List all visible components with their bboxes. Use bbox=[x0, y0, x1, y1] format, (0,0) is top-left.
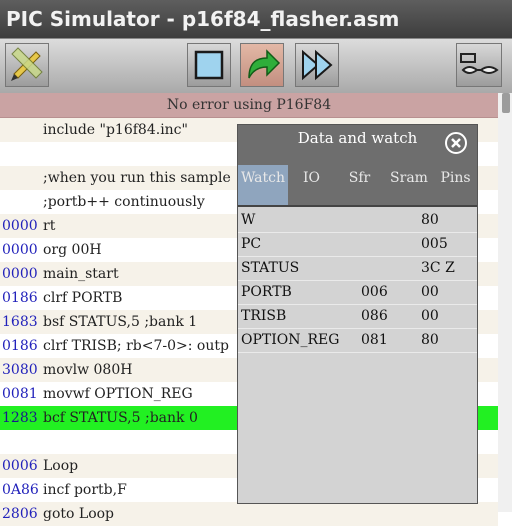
watch-name: TRISB bbox=[241, 308, 287, 324]
watch-value: 00 bbox=[421, 284, 439, 300]
code-text: ;portb++ continuously bbox=[43, 194, 205, 210]
watch-value: 3C Z bbox=[421, 260, 455, 276]
code-address: 0000 bbox=[2, 218, 38, 234]
watch-name: OPTION_REG bbox=[241, 332, 340, 348]
watch-name: STATUS bbox=[241, 260, 300, 276]
watch-row[interactable]: PC 005 bbox=[238, 232, 477, 257]
code-text: clrf TRISB; rb<7-0>: outp bbox=[43, 338, 229, 354]
panel-header: Data and watch bbox=[238, 125, 477, 165]
watch-row[interactable]: PORTB 006 00 bbox=[238, 280, 477, 305]
watch-value: 005 bbox=[421, 236, 448, 252]
code-text: movlw 080H bbox=[43, 362, 133, 378]
code-text: bsf STATUS,5 ;bank 1 bbox=[43, 314, 198, 330]
code-text: main_start bbox=[43, 266, 119, 282]
panel-tabs: Watch IO Sfr Sram Pins bbox=[238, 165, 477, 205]
edit-button[interactable] bbox=[5, 43, 49, 87]
close-icon[interactable] bbox=[444, 131, 468, 155]
tab-sram[interactable]: Sram bbox=[384, 165, 434, 205]
code-text: movwf OPTION_REG bbox=[43, 386, 193, 402]
code-text: org 00H bbox=[43, 242, 102, 258]
scrollbar-thumb[interactable] bbox=[502, 93, 510, 113]
app-title: PIC Simulator - p16f84_flasher.asm bbox=[6, 7, 400, 31]
code-text: clrf PORTB bbox=[43, 290, 123, 306]
stop-button[interactable] bbox=[187, 43, 231, 87]
watch-name: PC bbox=[241, 236, 262, 252]
data-watch-panel: Data and watch Watch IO Sfr Sram Pins W 80 PC 0… bbox=[237, 124, 478, 504]
step-arrow-icon bbox=[248, 49, 281, 79]
status-message: No error using P16F84 bbox=[166, 97, 332, 113]
status-bar: No error using P16F84 bbox=[0, 93, 498, 118]
code-address: 1683 bbox=[2, 314, 38, 330]
code-address: 0A86 bbox=[2, 482, 39, 498]
watch-row[interactable]: OPTION_REG 081 80 bbox=[238, 328, 477, 353]
code-address: 0006 bbox=[2, 458, 38, 474]
stop-icon bbox=[194, 50, 224, 80]
watch-row[interactable]: TRISB 086 00 bbox=[238, 304, 477, 329]
watch-button[interactable] bbox=[456, 43, 502, 87]
code-text: goto Loop bbox=[43, 506, 115, 522]
watch-address: 081 bbox=[361, 332, 388, 348]
tab-divider bbox=[238, 205, 477, 207]
panel-title: Data and watch bbox=[297, 129, 418, 147]
tab-io[interactable]: IO bbox=[288, 165, 335, 205]
tab-pins[interactable]: Pins bbox=[434, 165, 477, 205]
code-address: 3080 bbox=[2, 362, 38, 378]
glasses-icon bbox=[460, 53, 499, 74]
code-address: 0000 bbox=[2, 242, 38, 258]
toolbar bbox=[0, 38, 512, 93]
code-text: incf portb,F bbox=[43, 482, 127, 498]
fast-forward-icon bbox=[302, 49, 333, 81]
watch-row[interactable]: STATUS 3C Z bbox=[238, 256, 477, 281]
app-title-bar: PIC Simulator - p16f84_flasher.asm bbox=[0, 0, 512, 38]
code-line[interactable]: 2806 goto Loop bbox=[0, 502, 498, 526]
code-address: 1283 bbox=[2, 410, 38, 426]
code-address: 0186 bbox=[2, 290, 38, 306]
vertical-scrollbar[interactable] bbox=[498, 93, 512, 512]
tab-sfr[interactable]: Sfr bbox=[335, 165, 384, 205]
code-text: bcf STATUS,5 ;bank 0 bbox=[43, 410, 198, 426]
watch-value: 80 bbox=[421, 212, 439, 228]
watch-address: 086 bbox=[361, 308, 388, 324]
step-button[interactable] bbox=[240, 43, 284, 87]
code-text: ;when you run this sample bbox=[43, 170, 231, 186]
watch-name: PORTB bbox=[241, 284, 292, 300]
pencil-ruler-icon bbox=[11, 47, 43, 81]
code-address: 0081 bbox=[2, 386, 38, 402]
watch-value: 80 bbox=[421, 332, 439, 348]
code-text: Loop bbox=[43, 458, 79, 474]
code-address: 0186 bbox=[2, 338, 38, 354]
code-text: rt bbox=[43, 218, 56, 234]
tab-watch[interactable]: Watch bbox=[238, 165, 288, 205]
watch-value: 00 bbox=[421, 308, 439, 324]
watch-address: 006 bbox=[361, 284, 388, 300]
watch-row[interactable]: W 80 bbox=[238, 208, 477, 233]
watch-name: W bbox=[241, 212, 256, 228]
code-text: include "p16f84.inc" bbox=[43, 122, 188, 138]
run-button[interactable] bbox=[295, 43, 339, 87]
code-address: 2806 bbox=[2, 506, 38, 522]
code-address: 0000 bbox=[2, 266, 38, 282]
